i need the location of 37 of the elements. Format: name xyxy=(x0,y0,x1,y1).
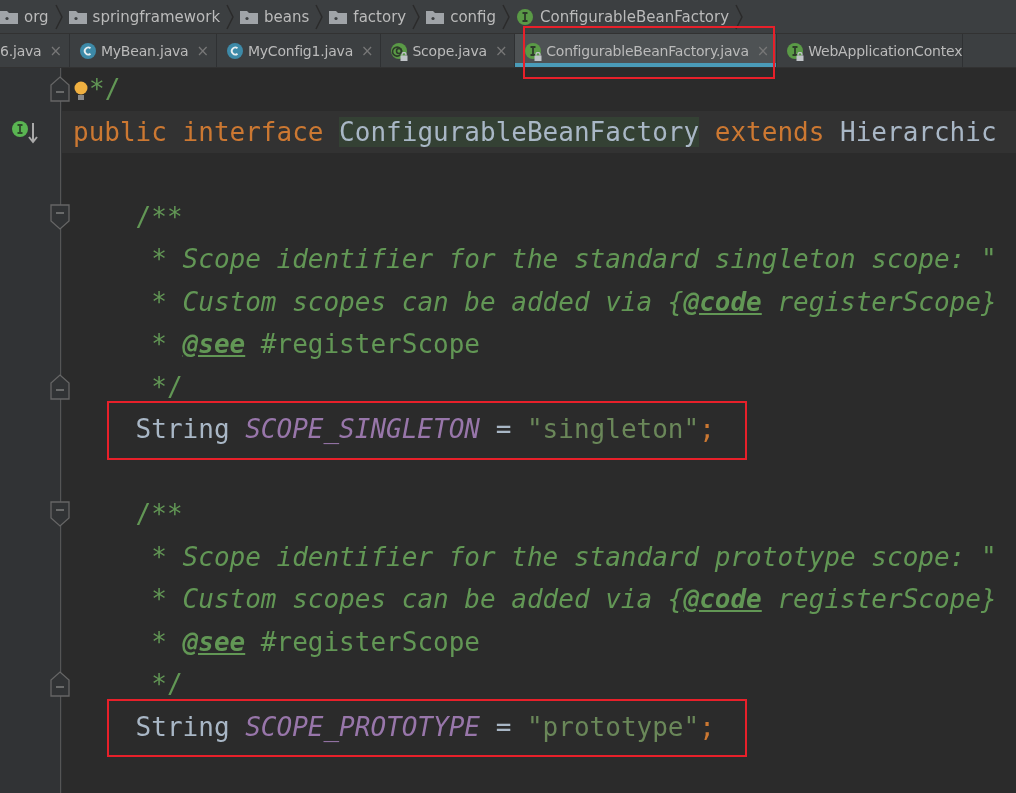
fold-icon[interactable] xyxy=(50,373,70,400)
folder-icon xyxy=(240,9,259,24)
editor-tab[interactable]: 6.java × xyxy=(0,34,70,67)
folder-icon xyxy=(426,9,445,24)
lightbulb-icon[interactable] xyxy=(73,80,89,102)
folder-icon xyxy=(329,9,348,24)
annotation-icon xyxy=(390,41,409,60)
interface-icon xyxy=(786,41,805,60)
code-line: * @see #registerScope xyxy=(150,329,480,359)
code-line: /** xyxy=(134,499,183,529)
fold-icon[interactable] xyxy=(50,203,70,230)
code-line: * Custom scopes can be added via {@code registerScope} xyxy=(150,286,997,317)
breadcrumb-item[interactable]: springframework xyxy=(92,7,221,26)
interface-icon xyxy=(516,7,535,26)
breadcrumb-item[interactable]: config xyxy=(450,7,497,26)
class-icon xyxy=(78,41,97,60)
code-line: * @see #registerScope xyxy=(150,626,480,657)
breadcrumb-item[interactable]: beans xyxy=(264,7,310,26)
fold-icon[interactable] xyxy=(50,501,70,527)
code-line: /** xyxy=(134,201,183,232)
class-icon xyxy=(225,41,244,60)
code-line: * Scope identifier for the standard singleton scope: " xyxy=(150,244,997,274)
breadcrumb-item[interactable]: org xyxy=(24,7,49,26)
editor-tab[interactable]: ConfigurableBeanFactory.java × xyxy=(515,34,778,67)
code-line: */ xyxy=(89,74,121,104)
code-line: String SCOPE_PROTOTYPE = "prototype"; xyxy=(134,711,715,742)
code-line: * Scope identifier for the standard prototype scope: " xyxy=(150,541,997,572)
code-line: public interface ConfigurableBeanFactory extends Hierarchic xyxy=(73,116,997,147)
breadcrumb-item[interactable]: ConfigurableBeanFactory xyxy=(540,7,729,26)
breadcrumb-item[interactable]: factory xyxy=(353,7,407,26)
code-line: */ xyxy=(150,371,183,402)
fold-icon[interactable] xyxy=(50,671,70,697)
code-line: String SCOPE_SINGLETON = "singleton"; xyxy=(134,414,715,444)
code-line: */ xyxy=(150,669,183,699)
code-line: * Custom scopes can be added via {@code registerScope} xyxy=(150,584,997,614)
folder-icon xyxy=(68,9,87,24)
interface-icon xyxy=(524,41,543,60)
